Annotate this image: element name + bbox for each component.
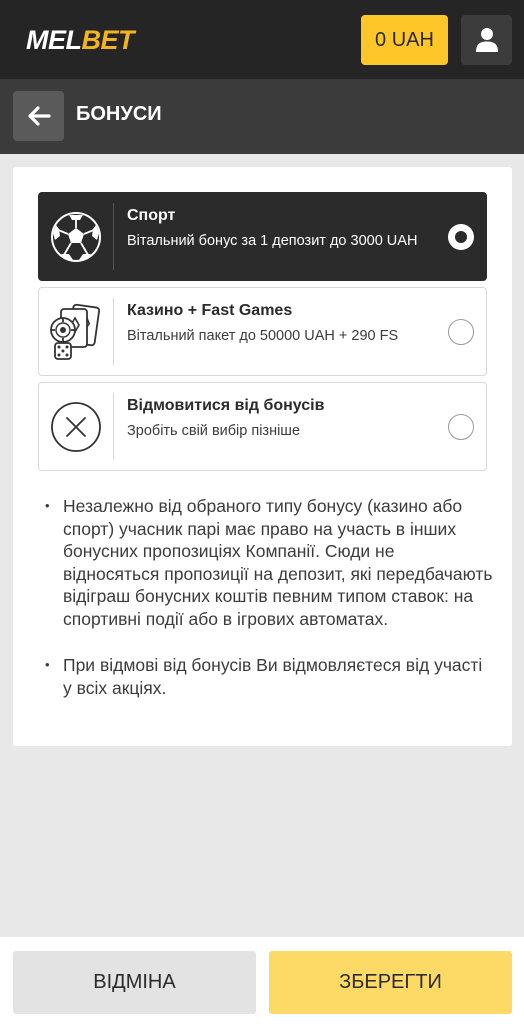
arrow-left-icon — [27, 106, 51, 126]
option-icon-container — [39, 298, 114, 365]
user-icon — [475, 28, 498, 52]
option-description: Зробіть свій вибір пізніше — [127, 423, 301, 439]
option-icon-container — [39, 393, 114, 460]
balance-button[interactable]: 0 UAH — [361, 15, 448, 65]
back-button[interactable] — [13, 91, 64, 141]
page-title: БОНУСИ — [76, 103, 162, 125]
option-icon-container — [39, 203, 114, 270]
logo-text-part2: BET — [81, 25, 135, 55]
logo-text-part1: MEL — [26, 25, 82, 55]
save-button[interactable]: ЗБЕРЕГТИ — [269, 951, 512, 1014]
radio-button[interactable] — [448, 319, 474, 345]
close-circle-icon — [51, 401, 101, 452]
bonus-option-decline[interactable]: Відмовитися від бонусів Зробіть свій виб… — [38, 382, 487, 471]
profile-button[interactable] — [461, 15, 512, 65]
cancel-button[interactable]: ВІДМІНА — [13, 951, 256, 1014]
note-item: Незалежно від обраного типу бонусу (кази… — [43, 495, 493, 630]
option-title: Спорт — [127, 207, 176, 224]
option-description: Вітальний пакет до 50000 UAH + 290 FS — [127, 328, 399, 344]
option-description: Вітальний бонус за 1 депозит до 3000 UAH — [127, 233, 418, 249]
radio-button-selected[interactable] — [448, 224, 474, 250]
option-title: Казино + Fast Games — [127, 302, 293, 319]
bonus-option-casino[interactable]: Казино + Fast Games Вітальний пакет до 5… — [38, 287, 487, 376]
page-header: БОНУСИ — [0, 79, 524, 154]
casino-cards-dice-icon — [50, 303, 101, 360]
radio-button[interactable] — [448, 414, 474, 440]
option-title: Відмовитися від бонусів — [127, 397, 325, 414]
note-item: При відмові від бонусів Ви відмовляєтеся… — [43, 654, 493, 699]
bonus-card: Спорт Вітальний бонус за 1 депозит до 30… — [13, 167, 512, 746]
bonus-notes-list: Незалежно від обраного типу бонусу (кази… — [43, 495, 493, 723]
melbet-logo[interactable]: MELBET — [26, 25, 134, 56]
bonus-option-sport[interactable]: Спорт Вітальний бонус за 1 депозит до 30… — [38, 192, 487, 281]
top-header: MELBET 0 UAH — [0, 0, 524, 79]
soccer-ball-icon — [51, 211, 101, 262]
bottom-action-bar: ВІДМІНА ЗБЕРЕГТИ — [0, 937, 524, 1024]
